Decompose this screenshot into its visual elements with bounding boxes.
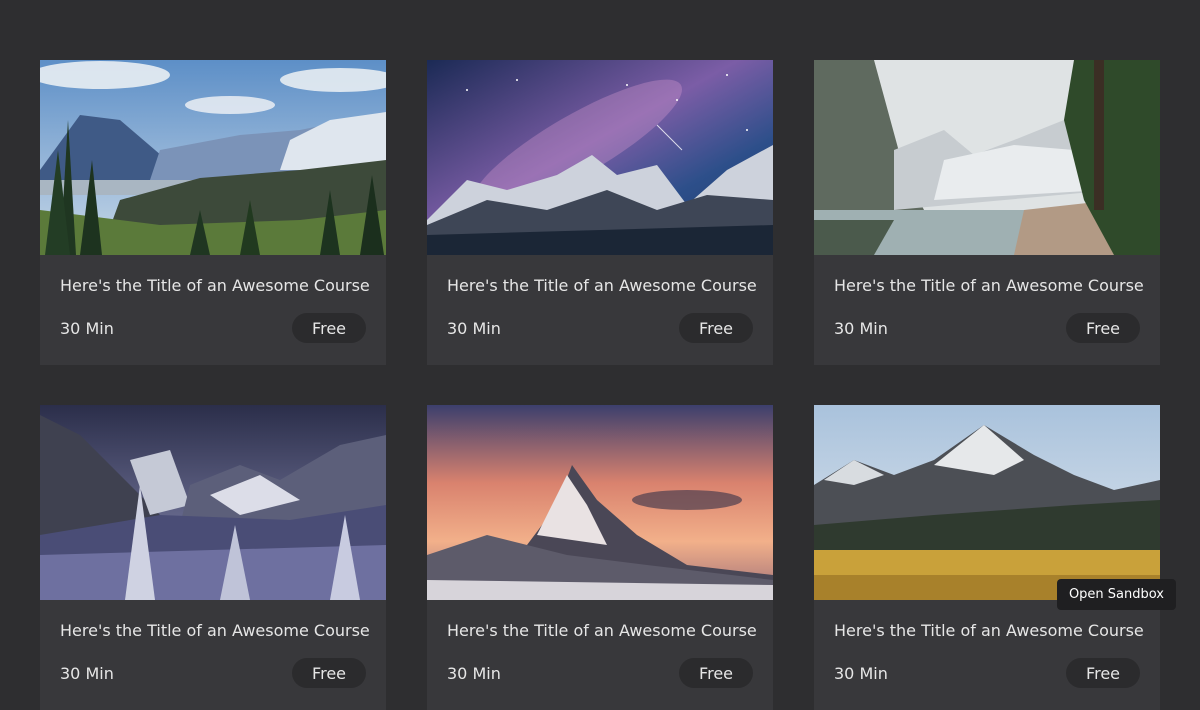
- course-duration: 30 Min: [447, 319, 501, 338]
- course-meta: 30 Min Free: [834, 313, 1140, 343]
- course-card-body: Here's the Title of an Awesome Course 30…: [40, 620, 386, 688]
- course-meta: 30 Min Free: [60, 313, 366, 343]
- course-card-body: Here's the Title of an Awesome Course 30…: [40, 275, 386, 343]
- course-card[interactable]: Here's the Title of an Awesome Course 30…: [40, 60, 386, 365]
- course-card[interactable]: Here's the Title of an Awesome Course 30…: [814, 60, 1160, 365]
- course-card[interactable]: Here's the Title of an Awesome Course 30…: [427, 405, 773, 710]
- course-duration: 30 Min: [447, 664, 501, 683]
- course-duration: 30 Min: [60, 319, 114, 338]
- course-title[interactable]: Here's the Title of an Awesome Course: [834, 275, 1140, 297]
- price-badge[interactable]: Free: [292, 313, 366, 343]
- course-card[interactable]: Here's the Title of an Awesome Course 30…: [427, 60, 773, 365]
- course-title[interactable]: Here's the Title of an Awesome Course: [60, 620, 366, 642]
- course-card-body: Here's the Title of an Awesome Course 30…: [814, 620, 1160, 688]
- course-card[interactable]: Here's the Title of an Awesome Course 30…: [814, 405, 1160, 710]
- course-card-body: Here's the Title of an Awesome Course 30…: [427, 620, 773, 688]
- course-card-body: Here's the Title of an Awesome Course 30…: [427, 275, 773, 343]
- peak-at-sunset-image: [427, 405, 773, 600]
- mountain-valley-forest-image: [40, 60, 386, 255]
- alpine-lake-reflection-image: [814, 60, 1160, 255]
- price-badge[interactable]: Free: [1066, 658, 1140, 688]
- course-title[interactable]: Here's the Title of an Awesome Course: [60, 275, 366, 297]
- course-meta: 30 Min Free: [834, 658, 1140, 688]
- course-card[interactable]: Here's the Title of an Awesome Course 30…: [40, 405, 386, 710]
- course-grid: Here's the Title of an Awesome Course 30…: [40, 60, 1160, 710]
- price-badge[interactable]: Free: [679, 658, 753, 688]
- course-duration: 30 Min: [834, 664, 888, 683]
- course-meta: 30 Min Free: [447, 313, 753, 343]
- price-badge[interactable]: Free: [679, 313, 753, 343]
- course-duration: 30 Min: [834, 319, 888, 338]
- course-title[interactable]: Here's the Title of an Awesome Course: [447, 620, 753, 642]
- snowy-valley-night-image: [40, 405, 386, 600]
- mountain-golden-field-image: [814, 405, 1160, 600]
- price-badge[interactable]: Free: [292, 658, 366, 688]
- course-meta: 30 Min Free: [447, 658, 753, 688]
- price-badge[interactable]: Free: [1066, 313, 1140, 343]
- course-meta: 30 Min Free: [60, 658, 366, 688]
- milky-way-mountains-image: [427, 60, 773, 255]
- course-card-body: Here's the Title of an Awesome Course 30…: [814, 275, 1160, 343]
- course-title[interactable]: Here's the Title of an Awesome Course: [834, 620, 1140, 642]
- course-title[interactable]: Here's the Title of an Awesome Course: [447, 275, 753, 297]
- open-sandbox-button[interactable]: Open Sandbox: [1057, 579, 1176, 610]
- course-duration: 30 Min: [60, 664, 114, 683]
